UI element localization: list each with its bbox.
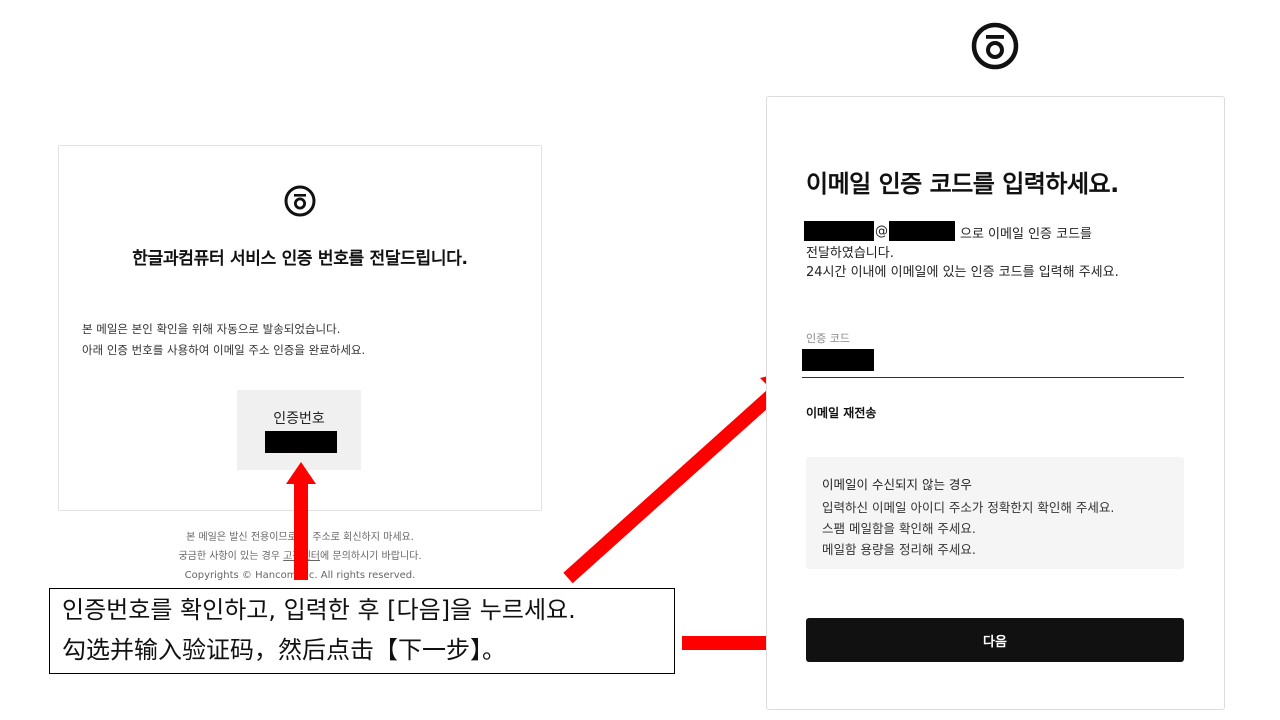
- email-at-sign: @: [875, 224, 888, 239]
- resend-email-link[interactable]: 이메일 재전송: [806, 404, 876, 421]
- help-info-item: 메일함 용량을 정리해 주세요.: [822, 542, 976, 557]
- instruction-chinese: 勾选并输入验证码，然后点击【下一步】。: [62, 636, 506, 664]
- code-input[interactable]: [802, 349, 874, 371]
- redacted-code: [265, 431, 337, 453]
- verification-code-label: 인증번호: [273, 411, 325, 427]
- code-input-underline: [802, 377, 1184, 378]
- instruction-korean: 인증번호를 확인하고, 입력한 후 [다음]을 누르세요.: [62, 596, 576, 624]
- footer-text: 궁금한 사항이 있는 경우: [178, 551, 284, 562]
- verification-code-box: [237, 390, 361, 470]
- email-title: 한글과컴퓨터 서비스 인증 번호를 전달드립니다.: [132, 249, 468, 269]
- redacted-email-id: [804, 221, 874, 241]
- footer-text: 에 문의하시기 바랍니다.: [319, 551, 422, 562]
- help-info-title: 이메일이 수신되지 않는 경우: [822, 477, 972, 492]
- email-body: 본 메일은 본인 확인을 위해 자동으로 발송되었습니다. 아래 인증 번호를 …: [82, 319, 522, 361]
- help-info-item: 입력하신 이메일 아이디 주소가 정확한지 확인해 주세요.: [822, 500, 1115, 515]
- email-body-line: 본 메일은 본인 확인을 위해 자동으로 발송되었습니다.: [82, 322, 341, 336]
- hancom-logo-icon: [971, 22, 1019, 70]
- arrow-up-icon: [294, 480, 308, 580]
- description-text: 으로 이메일 인증 코드를: [960, 227, 1092, 242]
- help-info-item: 스팸 메일함을 확인해 주세요.: [822, 521, 976, 536]
- page-title: 이메일 인증 코드를 입력하세요.: [806, 170, 1119, 198]
- description-text: 24시간 이내에 이메일에 있는 인증 코드를 입력해 주세요.: [806, 265, 1119, 280]
- description-text: 전달하였습니다.: [806, 246, 894, 261]
- redacted-email-domain: [889, 221, 955, 241]
- help-info-list: 입력하신 이메일 아이디 주소가 정확한지 확인해 주세요. 스팸 메일함을 확…: [822, 497, 1114, 560]
- email-body-line: 아래 인증 번호를 사용하여 이메일 주소 인증을 완료하세요.: [82, 343, 366, 357]
- hancom-logo-icon: [284, 185, 316, 217]
- next-button[interactable]: 다음: [806, 618, 1184, 662]
- arrow-up-head: [286, 462, 316, 484]
- code-field-label: 인증 코드: [806, 332, 850, 345]
